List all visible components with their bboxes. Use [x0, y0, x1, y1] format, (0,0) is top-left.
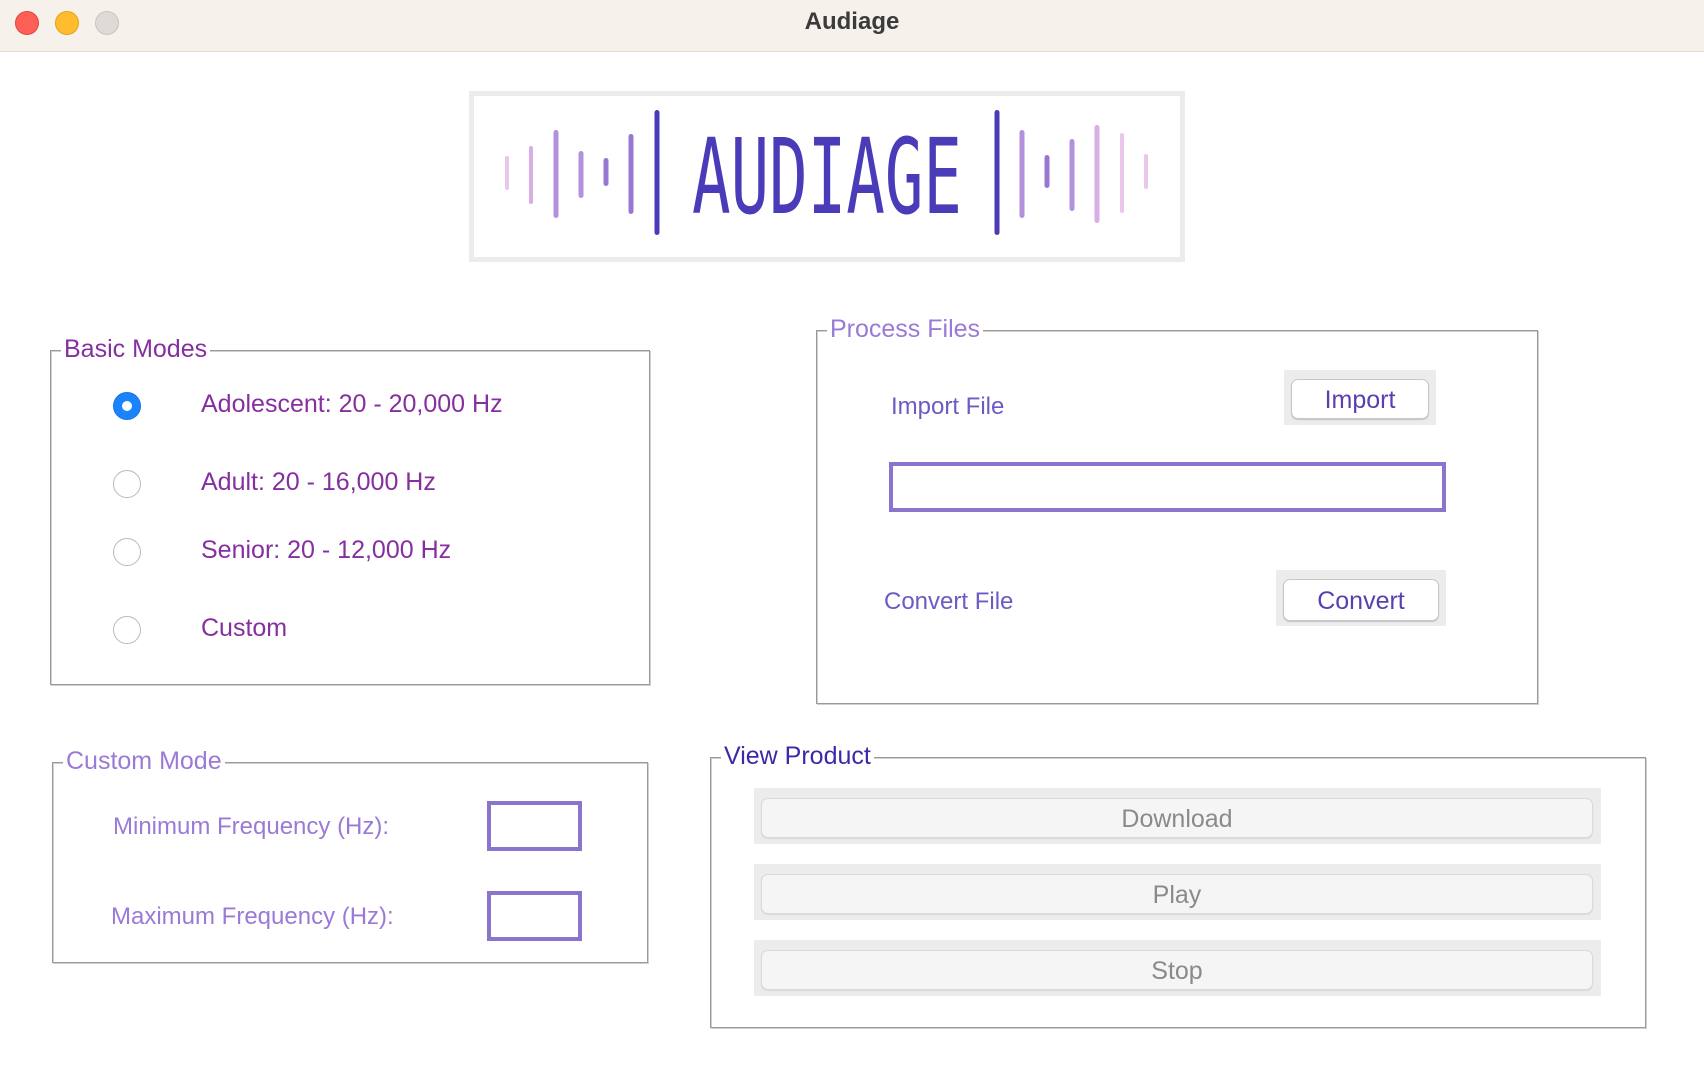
- radio-button-senior[interactable]: [113, 538, 141, 566]
- maximum-frequency-label: Maximum Frequency (Hz):: [111, 903, 394, 930]
- convert-button[interactable]: Convert: [1283, 579, 1439, 621]
- logo-bar: [553, 130, 559, 218]
- maximum-frequency-field[interactable]: [487, 891, 582, 941]
- maximum-frequency-input[interactable]: [491, 895, 578, 937]
- radio-label-custom[interactable]: Custom: [201, 614, 287, 643]
- custom-mode-group: Custom Mode Minimum Frequency (Hz): Maxi…: [52, 745, 648, 963]
- logo-bar: [1069, 139, 1075, 211]
- radio-label-adolescent[interactable]: Adolescent: 20 - 20,000 Hz: [201, 390, 503, 419]
- logo-bar: [603, 158, 609, 186]
- radio-label-senior[interactable]: Senior: 20 - 12,000 Hz: [201, 536, 451, 565]
- logo-bar: [1019, 130, 1025, 218]
- logo-bar: [505, 156, 509, 190]
- radio-label-adult[interactable]: Adult: 20 - 16,000 Hz: [201, 468, 436, 497]
- basic-modes-group: Basic Modes Adolescent: 20 - 20,000 Hz A…: [50, 333, 650, 685]
- process-files-group: Process Files Import File Import Convert…: [816, 313, 1538, 704]
- minimum-frequency-field[interactable]: [487, 801, 582, 851]
- logo-bar: [578, 151, 584, 198]
- logo-bar: [1094, 125, 1100, 223]
- stop-button[interactable]: Stop: [761, 950, 1593, 990]
- logo-bar: [654, 110, 660, 235]
- file-path-field[interactable]: [889, 462, 1446, 512]
- import-button[interactable]: Import: [1291, 379, 1429, 419]
- custom-mode-legend: Custom Mode: [63, 745, 225, 777]
- logo-graphic: AUDIAGE: [505, 110, 1148, 238]
- file-path-input[interactable]: [893, 466, 1442, 508]
- radio-button-adult[interactable]: [113, 470, 141, 498]
- logo-bar: [1144, 154, 1148, 189]
- radio-button-custom[interactable]: [113, 616, 141, 644]
- convert-file-label: Convert File: [884, 588, 1014, 615]
- logo-bar: [1044, 155, 1050, 188]
- play-button[interactable]: Play: [761, 874, 1593, 914]
- view-product-legend: View Product: [721, 740, 874, 772]
- logo-bar: [994, 110, 1000, 235]
- logo-bar: [628, 134, 634, 214]
- minimum-frequency-label: Minimum Frequency (Hz):: [113, 813, 390, 840]
- import-file-label: Import File: [891, 393, 1005, 420]
- window-titlebar: Audiage: [0, 0, 1704, 52]
- radio-button-adolescent[interactable]: [113, 392, 141, 420]
- radio-option-adult[interactable]: Adult: 20 - 16,000 Hz: [51, 464, 649, 504]
- download-button[interactable]: Download: [761, 798, 1593, 838]
- logo-wordmark: AUDIAGE: [692, 116, 962, 238]
- logo-bar: [1120, 133, 1124, 213]
- radio-option-adolescent[interactable]: Adolescent: 20 - 20,000 Hz: [51, 386, 649, 426]
- logo-bar: [529, 146, 533, 204]
- process-files-legend: Process Files: [827, 313, 984, 345]
- minimum-frequency-input[interactable]: [491, 805, 578, 847]
- radio-option-custom[interactable]: Custom: [51, 610, 649, 650]
- radio-option-senior[interactable]: Senior: 20 - 12,000 Hz: [51, 532, 649, 572]
- window-title: Audiage: [804, 8, 900, 35]
- view-product-group: View Product Download Play Stop: [710, 740, 1646, 1028]
- basic-modes-legend: Basic Modes: [61, 333, 211, 365]
- app-logo: AUDIAGE: [469, 91, 1185, 262]
